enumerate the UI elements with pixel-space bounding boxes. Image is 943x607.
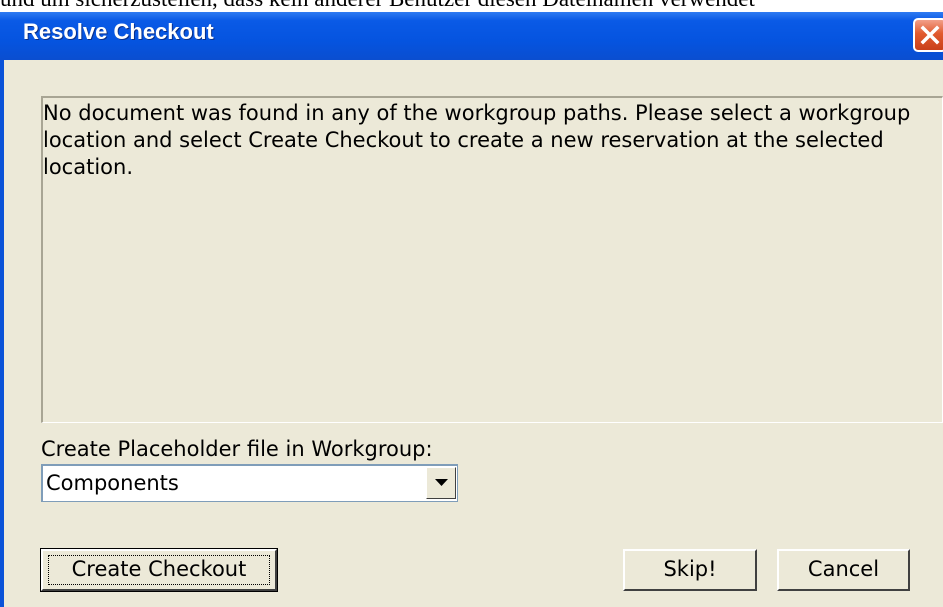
cancel-button[interactable]: Cancel <box>777 549 910 591</box>
close-button[interactable] <box>913 18 943 52</box>
message-text: No document was found in any of the work… <box>41 96 943 423</box>
close-icon <box>920 25 940 45</box>
create-checkout-button[interactable]: Create Checkout <box>40 548 278 592</box>
dialog-title: Resolve Checkout <box>23 19 214 44</box>
create-checkout-label: Create Checkout <box>71 557 247 581</box>
workgroup-label: Create Placeholder file in Workgroup: <box>41 437 433 461</box>
resolve-checkout-dialog: Resolve Checkout No document was found i… <box>0 12 943 607</box>
workgroup-select[interactable]: Components <box>41 464 458 502</box>
background-document-text: und um sicherzustellen, dass kein andere… <box>0 0 943 12</box>
dialog-body: No document was found in any of the work… <box>4 60 943 607</box>
workgroup-dropdown-button[interactable] <box>426 467 456 499</box>
cancel-label: Cancel <box>807 557 880 581</box>
dialog-titlebar[interactable]: Resolve Checkout <box>0 12 943 60</box>
chevron-down-icon <box>435 479 448 486</box>
skip-button[interactable]: Skip! <box>623 549 757 591</box>
skip-label: Skip! <box>663 557 717 581</box>
workgroup-selected-value: Components <box>46 471 179 495</box>
